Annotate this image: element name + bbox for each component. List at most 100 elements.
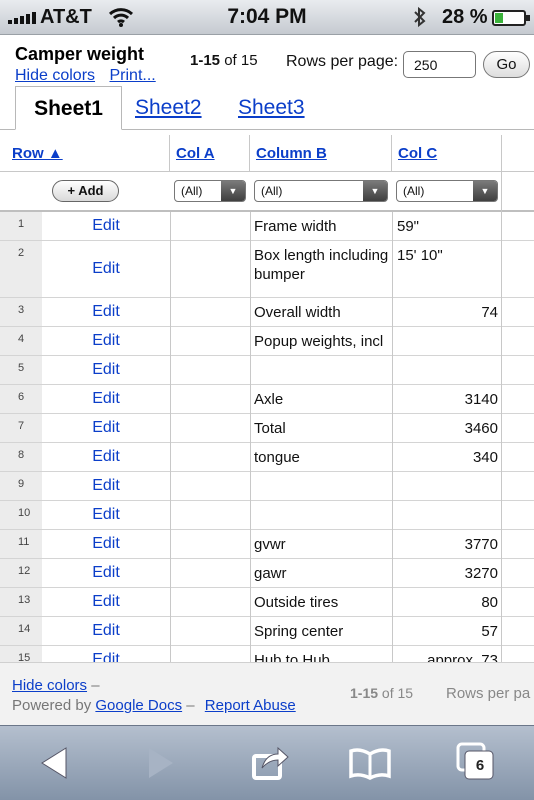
forward-icon[interactable]: [145, 746, 175, 785]
tabs-icon[interactable]: 6: [456, 742, 496, 787]
edit-row-link[interactable]: Edit: [42, 327, 170, 355]
chevron-down-icon: ▼: [473, 181, 497, 201]
bookmarks-icon[interactable]: [348, 746, 392, 785]
cell-col-b: Total: [254, 420, 286, 437]
filter-col-a[interactable]: (All) ▼: [174, 180, 246, 202]
table-row: 7 Edit Total 3460: [0, 414, 534, 443]
go-button[interactable]: Go: [483, 51, 530, 78]
page-footer: Hide colors – Powered by Google Docs – R…: [0, 662, 534, 725]
cell-col-b: Frame width: [254, 218, 337, 235]
edit-label: Edit: [92, 419, 120, 436]
edit-label: Edit: [92, 332, 120, 349]
header-col-c[interactable]: Col C: [392, 135, 502, 172]
edit-label: Edit: [92, 303, 120, 320]
table-row: 5 Edit: [0, 356, 534, 385]
battery-percent: 28 %: [442, 6, 488, 28]
cell-col-b: Axle: [254, 391, 284, 408]
edit-row-link[interactable]: Edit: [42, 241, 170, 297]
edit-row-link[interactable]: Edit: [42, 356, 170, 384]
cell-col-b: Box length including bumper: [254, 247, 389, 283]
filter-col-b[interactable]: (All) ▼: [254, 180, 388, 202]
battery-icon: [492, 10, 530, 26]
table-row: 14 Edit Spring center 57: [0, 617, 534, 646]
table-row: 4 Edit Popup weights, incl: [0, 327, 534, 356]
cell-col-b: Spring center: [254, 623, 344, 640]
page-title: Camper weight: [15, 44, 145, 64]
row-number: 8: [0, 443, 42, 471]
row-number: 13: [0, 588, 42, 616]
powered-by-text: Powered by: [12, 697, 96, 714]
edit-row-link[interactable]: Edit: [42, 472, 170, 500]
grid-header-row: Row ▲ Col A Column B Col C: [0, 135, 534, 172]
edit-row-link[interactable]: Edit: [42, 501, 170, 529]
table-row: 6 Edit Axle 3140: [0, 385, 534, 414]
tabs-count: 6: [475, 757, 485, 774]
footer-row-range: 1-15 of 15: [350, 685, 413, 701]
table-row: 2 Edit Box length including bumper 15' 10": [0, 241, 534, 298]
tab-sheet3[interactable]: Sheet3: [238, 86, 305, 130]
header-row-sort[interactable]: Row ▲: [6, 135, 170, 172]
cell-col-c: 3770: [464, 536, 498, 553]
edit-row-link[interactable]: Edit: [42, 617, 170, 645]
edit-row-link[interactable]: Edit: [42, 298, 170, 326]
rows-per-page-input[interactable]: [403, 51, 476, 78]
footer-rows-per-page: Rows per pa: [446, 685, 531, 702]
tab-sheet2[interactable]: Sheet2: [135, 86, 202, 130]
footer-dash2: –: [182, 697, 195, 714]
footer-range-rest: of 15: [378, 685, 414, 701]
edit-label: Edit: [92, 564, 120, 581]
hide-colors-link[interactable]: Hide colors: [15, 67, 95, 84]
tab-sheet1[interactable]: Sheet1: [15, 86, 122, 130]
cell-col-c: 59": [397, 218, 420, 235]
row-number: 12: [0, 559, 42, 587]
filter-col-c-value: (All): [403, 184, 425, 198]
row-number: 1: [0, 212, 42, 240]
status-bar: AT&T 7:04 PM 28 %: [0, 0, 534, 35]
footer-dash: –: [91, 677, 100, 694]
share-icon[interactable]: [252, 746, 290, 785]
battery-level: [495, 13, 503, 23]
row-number: 7: [0, 414, 42, 442]
header-col-a[interactable]: Col A: [170, 135, 250, 172]
edit-row-link[interactable]: Edit: [42, 385, 170, 413]
cell-col-b: Outside tires: [254, 594, 339, 611]
cell-col-c: 3140: [464, 391, 498, 408]
edit-label: Edit: [92, 622, 120, 639]
edit-row-link[interactable]: Edit: [42, 443, 170, 471]
edit-row-link[interactable]: Edit: [42, 212, 170, 240]
filter-col-a-value: (All): [181, 184, 203, 198]
footer-hide-colors-link[interactable]: Hide colors: [12, 677, 87, 694]
header-col-b[interactable]: Column B: [250, 135, 392, 172]
edit-label: Edit: [92, 217, 120, 234]
row-number: 3: [0, 298, 42, 326]
table-row: 10 Edit: [0, 501, 534, 530]
table-row: 3 Edit Overall width 74: [0, 298, 534, 327]
google-docs-link[interactable]: Google Docs: [95, 697, 182, 714]
filter-col-c[interactable]: (All) ▼: [396, 180, 498, 202]
row-number: 4: [0, 327, 42, 355]
edit-row-link[interactable]: Edit: [42, 559, 170, 587]
back-icon[interactable]: [40, 746, 70, 785]
row-range-rest: of 15: [220, 52, 258, 69]
edit-label: Edit: [92, 361, 120, 378]
edit-row-link[interactable]: Edit: [42, 588, 170, 616]
chevron-down-icon: ▼: [221, 181, 245, 201]
cell-col-b: Popup weights, incl: [254, 333, 384, 350]
add-row-button[interactable]: + Add: [52, 180, 119, 202]
filter-col-b-value: (All): [261, 184, 283, 198]
row-number: 10: [0, 501, 42, 529]
cell-col-b: gawr: [254, 565, 287, 582]
row-range: 1-15 of 15: [190, 52, 258, 69]
edit-row-link[interactable]: Edit: [42, 414, 170, 442]
cell-col-c: 74: [481, 304, 498, 321]
filter-row: + Add (All) ▼ (All) ▼ (All) ▼: [0, 172, 534, 212]
edit-label: Edit: [92, 448, 120, 465]
report-abuse-link[interactable]: Report Abuse: [205, 697, 296, 714]
cell-col-c: 3460: [464, 420, 498, 437]
edit-row-link[interactable]: Edit: [42, 530, 170, 558]
rows-per-page-label: Rows per page:: [286, 53, 399, 70]
table-row: 9 Edit: [0, 472, 534, 501]
row-number: 2: [0, 241, 42, 297]
footer-line1: Hide colors –: [12, 677, 100, 694]
print-link[interactable]: Print...: [109, 67, 155, 84]
